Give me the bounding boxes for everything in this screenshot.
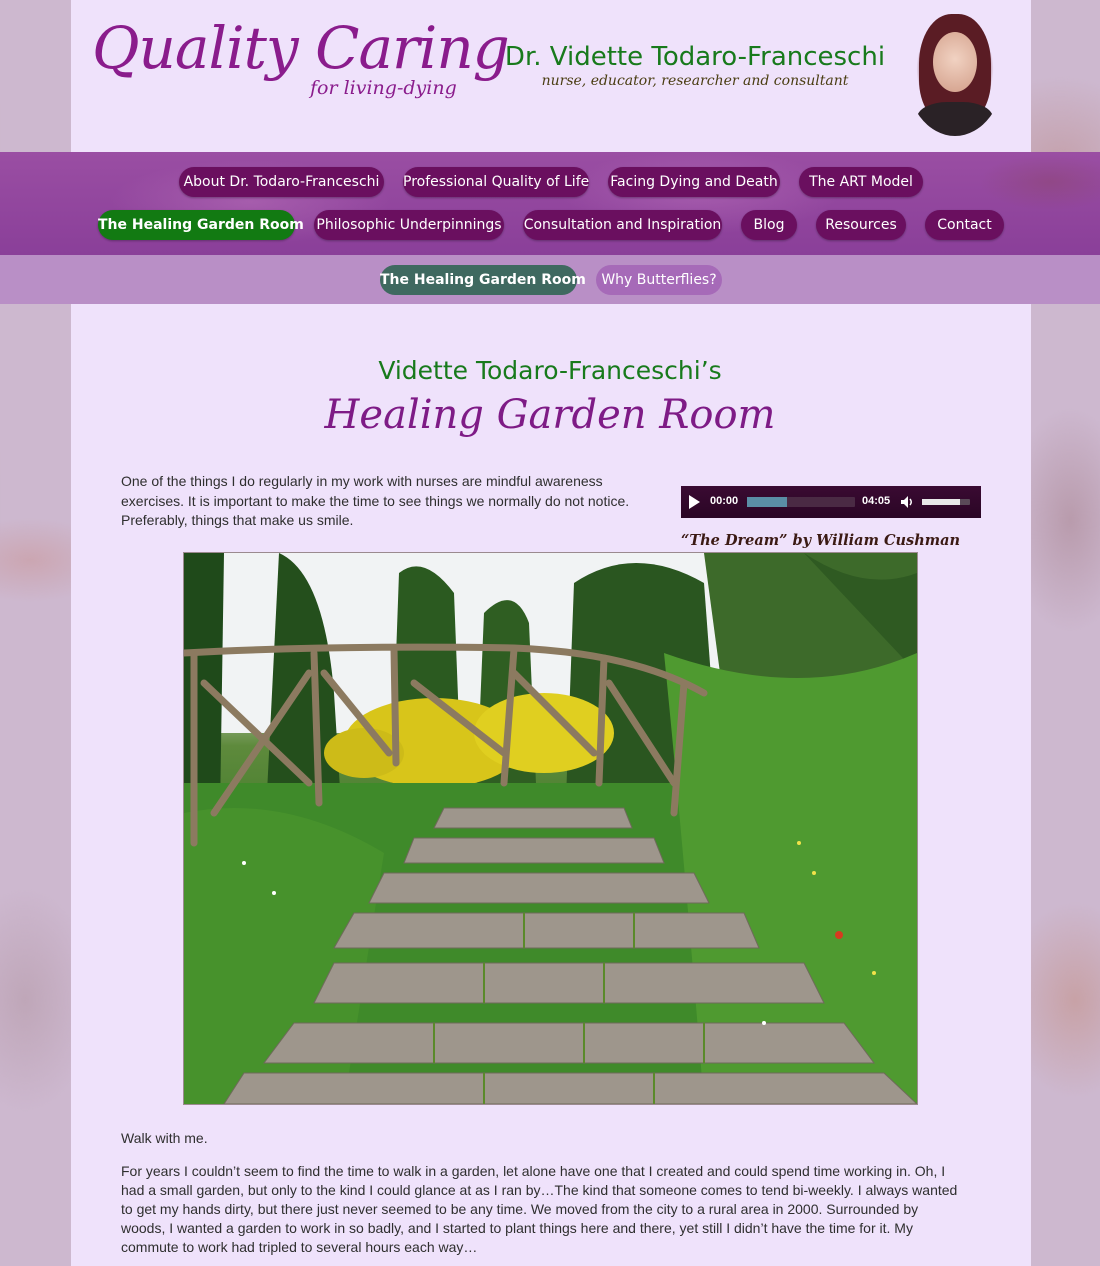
play-icon[interactable] [689,495,700,509]
nav-item-consultation-and-inspiration[interactable]: Consultation and Inspiration [523,210,722,240]
walk-with-me-text: Walk with me. [121,1130,208,1146]
page-title-owner: Vidette Todaro-Franceschi’s [378,356,722,385]
volume-level [922,499,961,505]
doctor-portrait-image [905,2,1005,136]
intro-paragraph: One of the things I do regularly in my w… [121,473,630,528]
nav-item-contact[interactable]: Contact [925,210,1004,240]
nav-item-healing-garden-room[interactable]: The Healing Garden Room [98,210,304,240]
audio-player: 00:00 04:05 [681,486,981,518]
audio-caption: “The Dream” by William Cushman [681,532,961,549]
site-logo[interactable]: Quality Caring [92,14,510,82]
audio-progress-track[interactable] [747,497,855,507]
main-navigation: About Dr. Todaro-Franceschi Professional… [0,152,1100,255]
nav-item-art-model[interactable]: The ART Model [799,167,923,197]
doctor-name: Dr. Vidette Todaro-Franceschi [504,42,886,72]
subnav-item-why-butterflies[interactable]: Why Butterflies? [596,265,722,295]
nav-item-professional-quality-of-life[interactable]: Professional Quality of Life [403,167,589,197]
audio-current-time: 00:00 [710,495,739,507]
site-logo-tagline: for living-dying [310,77,457,99]
audio-loaded-bar [747,497,787,507]
story-paragraph: For years I couldn’t seem to find the ti… [121,1163,958,1255]
garden-path-photo [183,552,918,1105]
nav-item-about[interactable]: About Dr. Todaro-Franceschi [179,167,384,197]
subnav-item-healing-garden-room[interactable]: The Healing Garden Room [380,265,586,295]
nav-item-blog[interactable]: Blog [741,210,797,240]
page-title: Healing Garden Room [324,392,776,438]
volume-icon[interactable] [900,495,914,509]
sub-navigation: The Healing Garden Room Why Butterflies? [0,255,1100,304]
nav-item-philosophic-underpinnings[interactable]: Philosophic Underpinnings [314,210,504,240]
volume-slider[interactable] [922,499,970,505]
nav-item-facing-dying-and-death[interactable]: Facing Dying and Death [608,167,780,197]
nav-item-resources[interactable]: Resources [816,210,906,240]
audio-duration: 04:05 [862,495,891,507]
